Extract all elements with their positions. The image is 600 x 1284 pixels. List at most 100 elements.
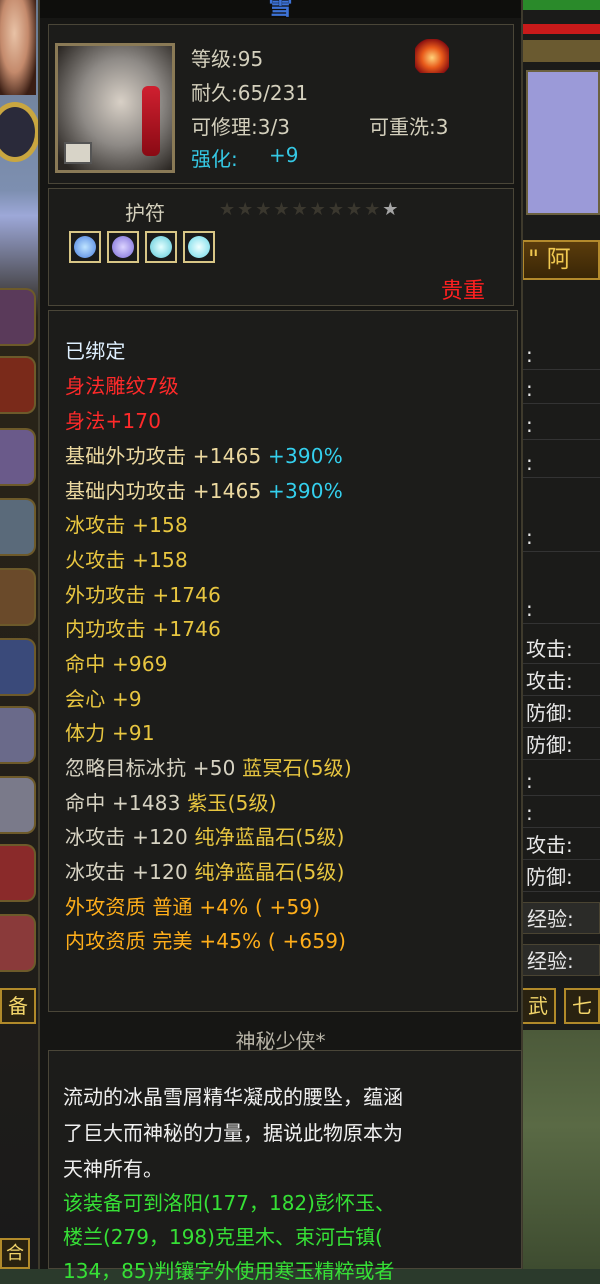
blue-crystal-gem-icon[interactable] <box>69 231 101 263</box>
equip-slot[interactable] <box>0 844 36 902</box>
item-description-box: 流动的冰晶雪屑精华凝成的腰坠，蕴涵 了巨大而神秘的力量，据说此物原本为 天神所有… <box>48 1050 522 1283</box>
status-bar <box>520 40 600 62</box>
attr-row: 防御: <box>522 698 600 728</box>
equip-slot[interactable] <box>0 638 36 696</box>
item-repairable: 可修理:3/3 <box>191 115 290 139</box>
equip-slot[interactable] <box>0 776 36 834</box>
pure-blue-crystal-gem-icon[interactable] <box>145 231 177 263</box>
attr-row: : <box>522 594 600 624</box>
attr-row: : <box>522 374 600 404</box>
gem-attr-line: 命中 +1483 紫玉(5级) <box>65 787 277 816</box>
attr-row: 攻击: <box>522 830 600 860</box>
attr-row: : <box>522 766 600 796</box>
scene-view <box>526 70 600 215</box>
attr-row: 防御: <box>522 730 600 760</box>
exp-row: 经验: <box>522 902 600 934</box>
attr-line: 火攻击 +158 <box>65 548 188 572</box>
gem-attr-line: 冰攻击 +120 纯净蓝晶石(5级) <box>65 856 345 885</box>
item-type-box: 护符 ★★★★★★★★★★ 贵重 <box>48 188 514 306</box>
attr-row: 攻击: <box>522 634 600 664</box>
attr-text: 命中 +1483 <box>65 791 181 815</box>
tab-martial[interactable]: 武 <box>520 988 556 1024</box>
gem-name: 蓝冥石(5级) <box>242 756 352 780</box>
attr-line: 命中 +969 <box>65 652 168 676</box>
attr-row: 防御: <box>522 862 600 892</box>
attr-line: 基础内功攻击 +1465 +390% <box>65 475 343 504</box>
item-rewashable: 可重洗:3 <box>369 115 449 139</box>
equipment-tab[interactable]: 备 <box>0 988 36 1024</box>
item-type: 护符 <box>125 201 165 225</box>
item-level: 等级:95 <box>191 47 264 71</box>
attr-row: : <box>522 522 600 552</box>
combine-tab[interactable]: 合 <box>0 1238 30 1269</box>
bound-status: 已绑定 <box>65 339 126 363</box>
attr-row: : <box>522 448 600 478</box>
description-line: 了巨大而神秘的力量，据说此物原本为 <box>63 1121 403 1145</box>
attr-line: 外功攻击 +1746 <box>65 583 222 607</box>
equip-slot[interactable] <box>0 498 36 556</box>
item-attributes-box: 已绑定 身法雕纹7级 身法+170 基础外功攻击 +1465 +390% 基础内… <box>48 310 518 1012</box>
tooltip-title: 雪 <box>268 0 293 18</box>
equip-slot[interactable] <box>0 356 36 414</box>
description-line: 天神所有。 <box>63 1157 163 1181</box>
gem-attr-line: 忽略目标冰抗 +50 蓝冥石(5级) <box>65 752 352 781</box>
equip-slot[interactable] <box>0 914 36 972</box>
attr-text: 冰攻击 +120 <box>65 825 188 849</box>
item-enhance-label: 强化: <box>191 147 238 171</box>
star-rating-lit: ★ <box>382 199 401 220</box>
equip-slot[interactable] <box>0 288 36 346</box>
gem-name: 紫玉(5级) <box>187 791 277 815</box>
description-line: 该装备可到洛阳(177，182)彭怀玉、 <box>63 1191 395 1215</box>
attr-row: 攻击: <box>522 666 600 696</box>
gem-face <box>188 236 210 258</box>
item-enhance-value: +9 <box>269 143 299 167</box>
attr-row: : <box>522 410 600 440</box>
aptitude-line: 外攻资质 普通 +4% ( +59) <box>65 895 321 919</box>
rarity-label: 贵重 <box>440 279 485 304</box>
attr-text: 忽略目标冰抗 +50 <box>65 756 236 780</box>
item-tooltip: 雪 等级:95 耐久:65/231 可修理:3/3 可重洗:3 强化: +9 护… <box>38 0 523 1283</box>
attr-row: : <box>522 798 600 828</box>
attr-line: 身法雕纹7级 <box>65 374 179 398</box>
tooltip-header: 雪 <box>40 0 521 18</box>
equip-slot[interactable] <box>0 568 36 626</box>
attr-line: 内功攻击 +1746 <box>65 617 222 641</box>
hp-bar <box>520 0 600 10</box>
item-header-box: 等级:95 耐久:65/231 可修理:3/3 可重洗:3 强化: +9 <box>48 24 514 184</box>
attr-row: : <box>522 340 600 370</box>
description-line: 流动的冰晶雪屑精华凝成的腰坠，蕴涵 <box>63 1085 403 1109</box>
scene-ground <box>520 1030 600 1269</box>
tassel-icon <box>142 86 160 156</box>
star-rating: ★★★★★★★★★★ <box>219 199 400 220</box>
attr-bonus: +390% <box>267 479 343 503</box>
purple-jade-gem-icon[interactable] <box>107 231 139 263</box>
attr-text: 基础外功攻击 +1465 <box>65 444 262 468</box>
gem-attr-line: 冰攻击 +120 纯净蓝晶石(5级) <box>65 821 345 850</box>
star-rating-unlit: ★★★★★★★★★ <box>219 199 383 220</box>
description-line: 134，85)判镶字外使用寒玉精粹或者 <box>63 1259 395 1283</box>
pure-blue-crystal-gem-icon[interactable] <box>183 231 215 263</box>
character-portrait[interactable] <box>0 0 36 95</box>
attr-line: 体力 +91 <box>65 721 155 745</box>
description-line: 楼兰(279，198)克里木、束河古镇( <box>63 1225 383 1249</box>
portrait-frame-ring <box>0 102 40 162</box>
gem-face <box>112 236 134 258</box>
equip-slot[interactable] <box>0 706 36 764</box>
attr-line: 身法+170 <box>65 409 162 433</box>
item-durability: 耐久:65/231 <box>191 81 309 105</box>
fire-element-icon <box>415 39 449 73</box>
attr-line: 基础外功攻击 +1465 +390% <box>65 440 343 469</box>
gem-face <box>74 236 96 258</box>
equip-slot[interactable] <box>0 428 36 486</box>
character-name-title: " 阿 <box>522 240 600 280</box>
attr-line: 冰攻击 +158 <box>65 513 188 537</box>
lock-icon <box>64 142 92 164</box>
gem-name: 纯净蓝晶石(5级) <box>194 860 345 884</box>
gem-face <box>150 236 172 258</box>
attr-text: 冰攻击 +120 <box>65 860 188 884</box>
character-info-panel: " 阿 : : : : : : 攻击: 攻击: 防御: 防御: : : 攻击: … <box>520 0 600 1269</box>
exp-row: 经验: <box>522 944 600 976</box>
aptitude-line: 内攻资质 完美 +45% ( +659) <box>65 929 347 953</box>
attr-line: 会心 +9 <box>65 687 142 711</box>
tab-seven[interactable]: 七 <box>564 988 600 1024</box>
